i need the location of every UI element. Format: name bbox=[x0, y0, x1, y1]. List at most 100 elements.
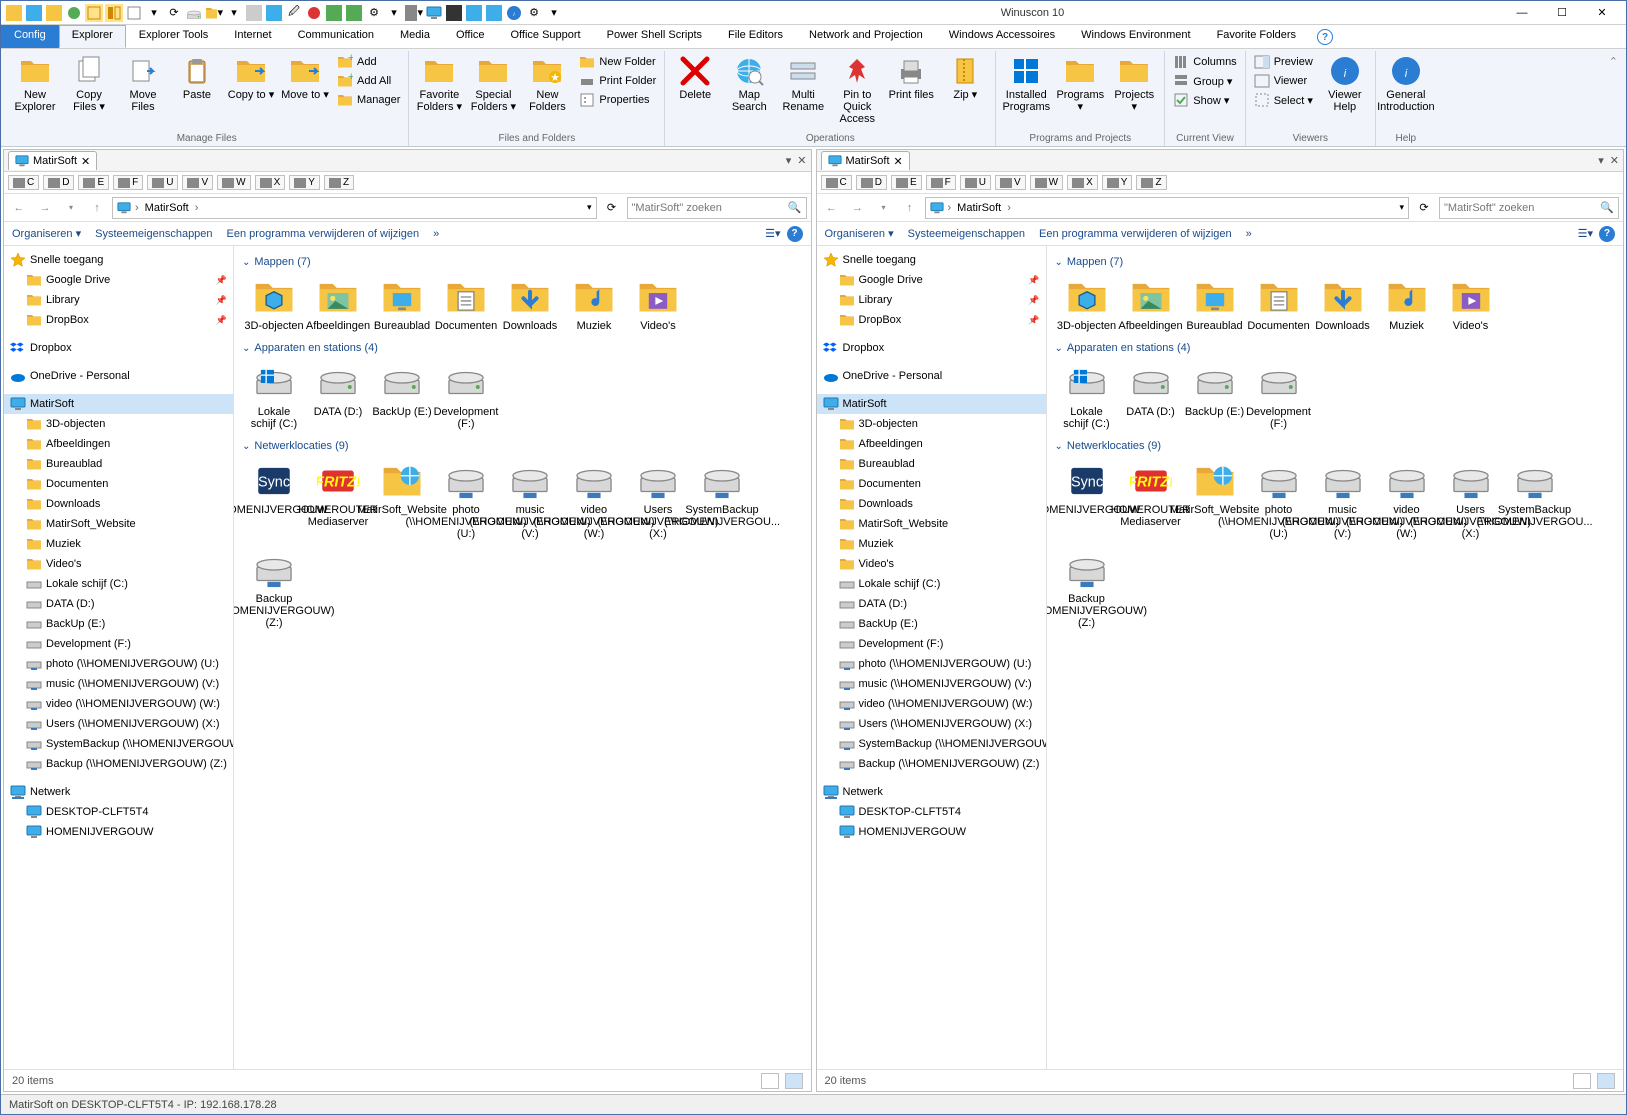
tree-item[interactable]: SystemBackup (\\HOMENIJVERGOUW) (Y:) bbox=[817, 734, 1046, 754]
qat-icon[interactable] bbox=[425, 4, 443, 22]
columns-button[interactable]: Columns bbox=[1169, 53, 1240, 71]
tree-item[interactable]: BackUp (E:) bbox=[4, 614, 233, 634]
grid-item[interactable]: Afbeeldingen bbox=[306, 272, 370, 336]
tree-item[interactable]: video (\\HOMENIJVERGOUW) (W:) bbox=[4, 694, 233, 714]
toolbar-more-button[interactable]: » bbox=[1246, 228, 1252, 240]
new-folders-button[interactable]: ★New Folders bbox=[521, 53, 573, 115]
grid-item[interactable]: HOMEROUTER Mediaserver bbox=[1119, 456, 1183, 544]
ribbon-collapse-icon[interactable]: ⌃ bbox=[1605, 51, 1622, 146]
drive-U[interactable]: U bbox=[960, 175, 991, 190]
ribbon-tab-windows-environment[interactable]: Windows Environment bbox=[1068, 25, 1203, 48]
ribbon-help-icon[interactable]: ? bbox=[1317, 29, 1333, 45]
tree-item[interactable]: DropBox📌 bbox=[4, 310, 233, 330]
tree-dropbox[interactable]: Dropbox bbox=[817, 338, 1046, 358]
uninstall-program-button[interactable]: Een programma verwijderen of wijzigen bbox=[227, 228, 420, 240]
qat-icon[interactable] bbox=[25, 4, 43, 22]
tree-item[interactable]: Video's bbox=[817, 554, 1046, 574]
grid-item[interactable]: Video's bbox=[626, 272, 690, 336]
help-icon[interactable]: ? bbox=[787, 226, 803, 242]
qat-icon[interactable]: 🖉 bbox=[285, 4, 303, 22]
up-button[interactable]: ↑ bbox=[86, 197, 108, 219]
qat-icon[interactable] bbox=[65, 4, 83, 22]
tree-item[interactable]: Google Drive📌 bbox=[817, 270, 1046, 290]
copy-to-button[interactable]: Copy to ▾ bbox=[225, 53, 277, 103]
drive-C[interactable]: C bbox=[821, 175, 852, 190]
favorite-folders-button[interactable]: Favorite Folders ▾ bbox=[413, 53, 465, 115]
tree-network[interactable]: Netwerk bbox=[817, 782, 1046, 802]
drive-F[interactable]: F bbox=[113, 175, 143, 190]
qat-icon[interactable]: ⚙ bbox=[525, 4, 543, 22]
drive-Z[interactable]: Z bbox=[1136, 175, 1166, 190]
new-explorer-button[interactable]: New Explorer bbox=[9, 53, 61, 115]
drive-E[interactable]: E bbox=[78, 175, 109, 190]
qat-info-icon[interactable] bbox=[505, 4, 523, 22]
ribbon-tab-config[interactable]: Config bbox=[1, 25, 59, 48]
qat-icon[interactable] bbox=[185, 4, 203, 22]
tree-item[interactable]: DATA (D:) bbox=[4, 594, 233, 614]
drive-Y[interactable]: Y bbox=[1102, 175, 1133, 190]
add-all-button[interactable]: +Add All bbox=[333, 72, 404, 90]
move-to-button[interactable]: Move to ▾ bbox=[279, 53, 331, 103]
grid-item[interactable]: Afbeeldingen bbox=[1119, 272, 1183, 336]
show-button[interactable]: Show ▾ bbox=[1169, 91, 1240, 109]
ribbon-tab-internet[interactable]: Internet bbox=[221, 25, 284, 48]
drive-F[interactable]: F bbox=[926, 175, 956, 190]
add-button[interactable]: +Add bbox=[333, 53, 404, 71]
tree-item[interactable]: video (\\HOMENIJVERGOUW) (W:) bbox=[817, 694, 1046, 714]
tree-item[interactable]: MatirSoft_Website bbox=[4, 514, 233, 534]
pane-dropdown-icon[interactable]: ▾ bbox=[1598, 154, 1604, 167]
forward-button[interactable]: → bbox=[847, 197, 869, 219]
qat-icon[interactable] bbox=[5, 4, 23, 22]
tree-item[interactable]: 3D-objecten bbox=[4, 414, 233, 434]
grid-item[interactable]: BackUp (E:) bbox=[370, 358, 434, 434]
tree-item[interactable]: Backup (\\HOMENIJVERGOUW) (Z:) bbox=[817, 754, 1046, 774]
drive-Y[interactable]: Y bbox=[289, 175, 320, 190]
tree-item[interactable]: HOMENIJVERGOUW bbox=[817, 822, 1046, 842]
maximize-button[interactable]: ☐ bbox=[1542, 2, 1582, 24]
tree-quick-access[interactable]: Snelle toegang bbox=[4, 250, 233, 270]
drive-Z[interactable]: Z bbox=[324, 175, 354, 190]
tree-item[interactable]: photo (\\HOMENIJVERGOUW) (U:) bbox=[817, 654, 1046, 674]
group-button[interactable]: Group ▾ bbox=[1169, 72, 1240, 90]
move-files-button[interactable]: Move Files bbox=[117, 53, 169, 115]
drive-U[interactable]: U bbox=[147, 175, 178, 190]
ribbon-tab-power-shell-scripts[interactable]: Power Shell Scripts bbox=[594, 25, 715, 48]
delete-button[interactable]: Delete bbox=[669, 53, 721, 103]
qat-icon[interactable] bbox=[465, 4, 483, 22]
tree-item[interactable]: DESKTOP-CLFT5T4 bbox=[817, 802, 1046, 822]
qat-icon[interactable] bbox=[85, 4, 103, 22]
grid-item[interactable]: Video's bbox=[1439, 272, 1503, 336]
qat-icon[interactable] bbox=[245, 4, 263, 22]
view-options-icon[interactable]: ☰▾ bbox=[1578, 227, 1593, 240]
search-box[interactable]: "MatirSoft" zoeken🔍 bbox=[1439, 197, 1619, 219]
content-area[interactable]: Mappen (7)3D-objectenAfbeeldingenBureaub… bbox=[1047, 246, 1624, 1069]
pane-tab[interactable]: MatirSoft ✕ bbox=[821, 151, 910, 170]
qat-icon[interactable] bbox=[45, 4, 63, 22]
installed-programs-button[interactable]: Installed Programs bbox=[1000, 53, 1052, 115]
select-button[interactable]: Select ▾ bbox=[1250, 91, 1317, 109]
grid-item[interactable]: Muziek bbox=[1375, 272, 1439, 336]
qat-icon[interactable]: ▾ bbox=[145, 4, 163, 22]
drive-X[interactable]: X bbox=[1067, 175, 1098, 190]
grid-item[interactable]: SystemBackup (\\HOMENIJVERGOU... bbox=[690, 456, 754, 544]
search-box[interactable]: "MatirSoft" zoeken🔍 bbox=[627, 197, 807, 219]
grid-item[interactable]: HOMENIJVERGOUW bbox=[242, 456, 306, 544]
grid-item[interactable]: Users (\\HOMENIJVERGOUW) (X:) bbox=[1439, 456, 1503, 544]
tree-item[interactable]: Backup (\\HOMENIJVERGOUW) (Z:) bbox=[4, 754, 233, 774]
breadcrumb-segment[interactable]: MatirSoft bbox=[955, 202, 1003, 214]
qat-icon[interactable] bbox=[105, 4, 123, 22]
tree-item[interactable]: photo (\\HOMENIJVERGOUW) (U:) bbox=[4, 654, 233, 674]
system-properties-button[interactable]: Systeemeigenschappen bbox=[908, 228, 1025, 240]
copy-files-button[interactable]: Copy Files ▾ bbox=[63, 53, 115, 115]
grid-item[interactable]: Muziek bbox=[562, 272, 626, 336]
properties-button[interactable]: Properties bbox=[575, 91, 660, 109]
content-area[interactable]: Mappen (7)3D-objectenAfbeeldingenBureaub… bbox=[234, 246, 811, 1069]
tree-item[interactable]: Bureaublad bbox=[4, 454, 233, 474]
general-introduction-button[interactable]: General Introduction bbox=[1380, 53, 1432, 115]
tree-item[interactable]: Lokale schijf (C:) bbox=[4, 574, 233, 594]
paste-button[interactable]: Paste bbox=[171, 53, 223, 103]
qat-dropdown-icon[interactable]: ▾ bbox=[545, 4, 563, 22]
group-header[interactable]: Apparaten en stations (4) bbox=[242, 342, 803, 354]
grid-item[interactable]: Lokale schijf (C:) bbox=[242, 358, 306, 434]
grid-item[interactable]: Development (F:) bbox=[434, 358, 498, 434]
